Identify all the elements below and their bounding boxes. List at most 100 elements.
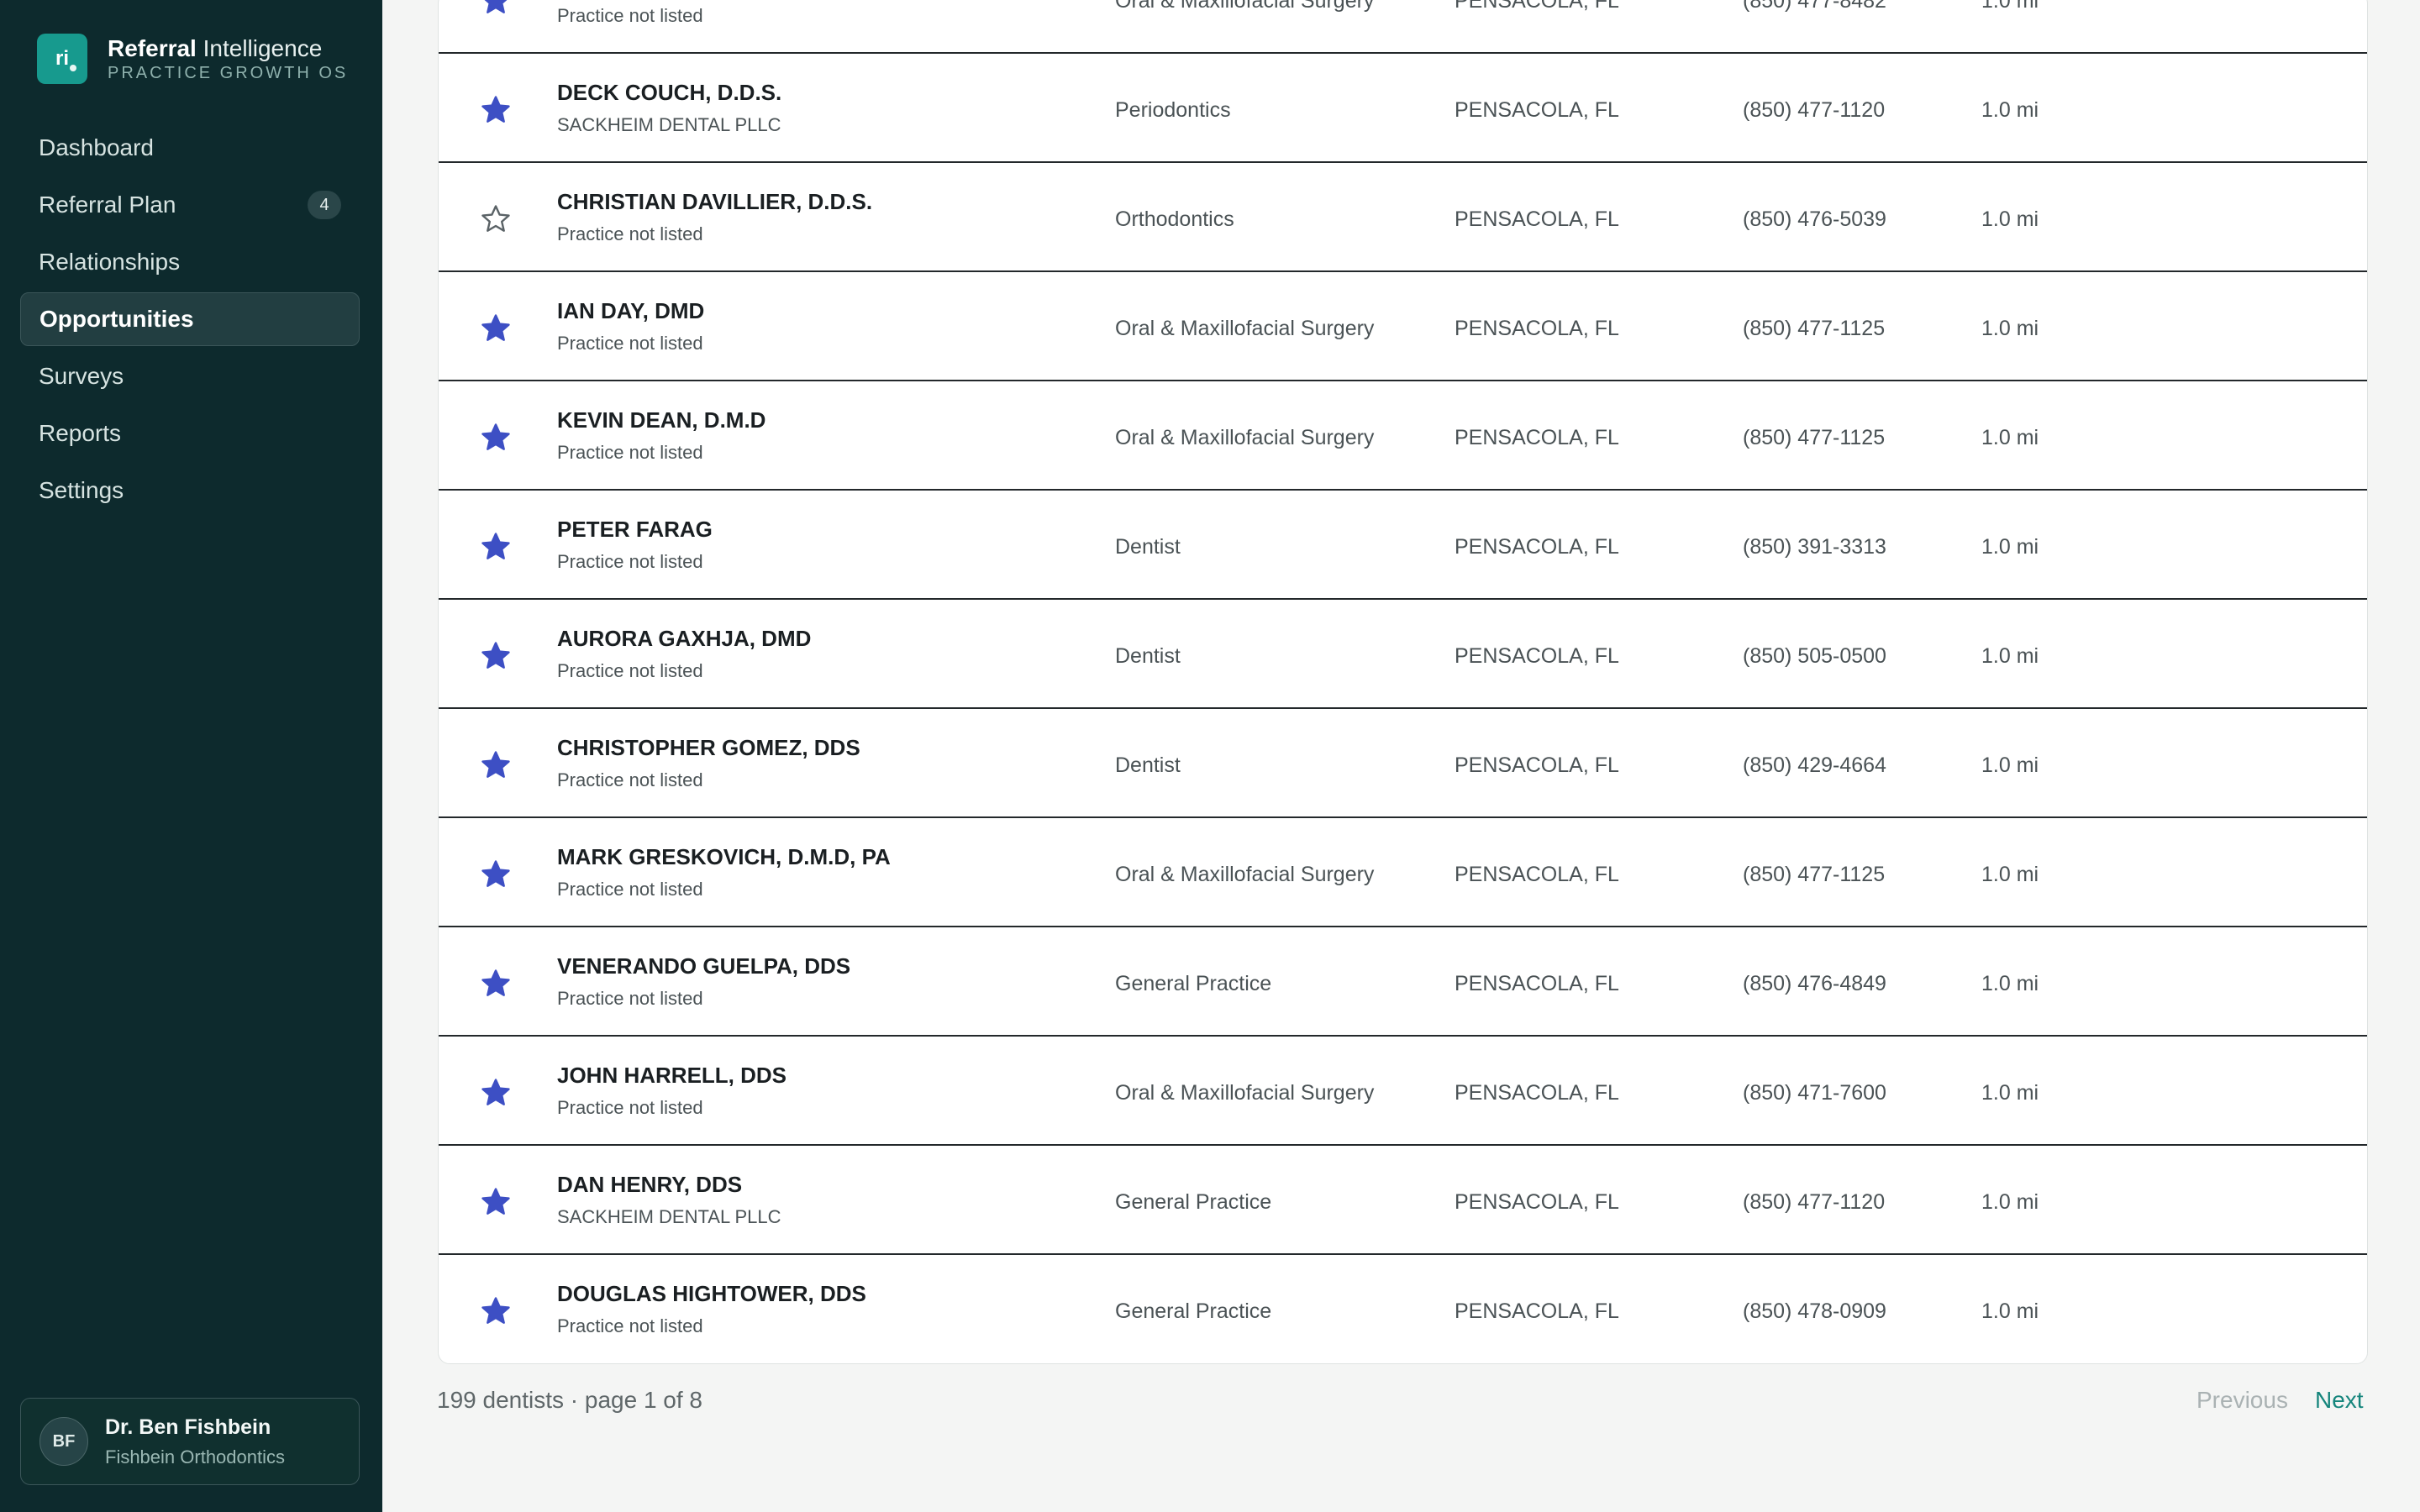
- phone: (850) 476-5039: [1743, 207, 1886, 231]
- location: PENSACOLA, FL: [1455, 207, 1619, 231]
- sidebar-item-relationships[interactable]: Relationships: [20, 235, 360, 289]
- brand-text: Referral Intelligence PRACTICE GROWTH OS: [108, 35, 348, 83]
- distance: 1.0 mi: [1981, 972, 2039, 995]
- star-filled-icon[interactable]: [481, 95, 511, 125]
- specialty: General Practice: [1115, 972, 1272, 995]
- phone: (850) 477-1125: [1743, 426, 1886, 449]
- star-filled-icon[interactable]: [481, 1296, 511, 1326]
- sidebar-item-label: Settings: [39, 477, 124, 503]
- dentist-name: IAN DAY, DMD: [557, 298, 705, 323]
- sidebar-item-opportunities[interactable]: Opportunities: [20, 292, 360, 346]
- star-filled-icon[interactable]: [481, 423, 511, 453]
- brand-name-rest: Intelligence: [196, 34, 323, 61]
- previous-page-button[interactable]: Previous: [2196, 1387, 2288, 1414]
- table-row[interactable]: IAN DAY, DMD Practice not listed Oral & Ma…: [439, 273, 2367, 381]
- specialty: Oral & Maxillofacial Surgery: [1115, 0, 1375, 13]
- table-row[interactable]: JOHN HARRELL, DDS Practice not listed Oral…: [439, 1037, 2367, 1146]
- brand[interactable]: ri Referral Intelligence PRACTICE GROWTH…: [37, 34, 348, 84]
- location: PENSACOLA, FL: [1455, 1299, 1619, 1323]
- star-filled-icon[interactable]: [481, 532, 511, 562]
- logo-dot: [70, 65, 76, 71]
- sidebar-item-referral-plan[interactable]: Referral Plan 4: [20, 178, 360, 232]
- distance: 1.0 mi: [1981, 1081, 2039, 1105]
- specialty: Dentist: [1115, 644, 1181, 668]
- star-filled-icon[interactable]: [481, 859, 511, 890]
- specialty: Oral & Maxillofacial Surgery: [1115, 317, 1375, 340]
- brand-name: Referral Intelligence: [108, 35, 348, 62]
- star-filled-icon[interactable]: [481, 750, 511, 780]
- table-row[interactable]: CHRISTIAN DAVILLIER, D.D.S. Practice not …: [439, 164, 2367, 272]
- sidebar-item-label: Dashboard: [39, 134, 154, 160]
- phone: (850) 477-8482: [1743, 0, 1886, 13]
- practice-name: Practice not listed: [557, 223, 703, 244]
- practice-name: Practice not listed: [557, 660, 703, 681]
- phone: (850) 471-7600: [1743, 1081, 1886, 1105]
- table-row[interactable]: VENERANDO GUELPA, DDS Practice not listed…: [439, 928, 2367, 1037]
- table-row[interactable]: DAN HENRY, DDS SACKHEIM DENTAL PLLC Genera…: [439, 1147, 2367, 1255]
- sidebar: ri Referral Intelligence PRACTICE GROWTH…: [0, 0, 382, 1512]
- star-filled-icon[interactable]: [481, 969, 511, 999]
- star-filled-icon[interactable]: [481, 313, 511, 344]
- phone: (850) 477-1120: [1743, 98, 1886, 122]
- phone: (850) 505-0500: [1743, 644, 1886, 668]
- dentist-name: PETER FARAG: [557, 517, 713, 542]
- sidebar-item-dashboard[interactable]: Dashboard: [20, 121, 360, 175]
- sidebar-item-surveys[interactable]: Surveys: [20, 349, 360, 403]
- table-row[interactable]: AURORA GAXHJA, DMD Practice not listed Den…: [439, 601, 2367, 709]
- logo-text: ri: [55, 47, 69, 70]
- sidebar-item-label: Opportunities: [39, 306, 194, 332]
- sidebar-item-reports[interactable]: Reports: [20, 407, 360, 460]
- specialty: Periodontics: [1115, 98, 1231, 122]
- table-row[interactable]: PETER FARAG Practice not listed Dentist PEN…: [439, 491, 2367, 600]
- dentist-name: KEVIN DEAN, D.M.D: [557, 407, 766, 433]
- specialty: General Practice: [1115, 1190, 1272, 1214]
- brand-name-bold: Referral: [108, 34, 197, 61]
- distance: 1.0 mi: [1981, 317, 2039, 340]
- table-row[interactable]: CHRISTOPHER GOMEZ, DDS Practice not liste…: [439, 710, 2367, 818]
- table-row[interactable]: DOUGLAS HIGHTOWER, DDS Practice not liste…: [439, 1256, 2367, 1363]
- dentist-name: VENERANDO GUELPA, DDS: [557, 953, 851, 979]
- dentist-table: Practice not listed Oral & Maxillofacial …: [438, 0, 2368, 1364]
- specialty: Oral & Maxillofacial Surgery: [1115, 863, 1375, 886]
- table-row[interactable]: MARK GRESKOVICH, D.M.D, PA Practice not l…: [439, 819, 2367, 927]
- phone: (850) 477-1125: [1743, 863, 1886, 886]
- table-row[interactable]: Practice not listed Oral & Maxillofacial …: [439, 0, 2367, 54]
- star-outline-icon[interactable]: [481, 204, 511, 234]
- location: PENSACOLA, FL: [1455, 535, 1619, 559]
- practice-name: Practice not listed: [557, 769, 703, 790]
- sidebar-item-label: Reports: [39, 420, 122, 446]
- user-card[interactable]: BF Dr. Ben Fishbein Fishbein Orthodontic…: [20, 1398, 360, 1485]
- dentist-name: MARK GRESKOVICH, D.M.D, PA: [557, 844, 891, 869]
- distance: 1.0 mi: [1981, 0, 2039, 13]
- star-filled-icon[interactable]: [481, 641, 511, 671]
- phone: (850) 477-1125: [1743, 317, 1886, 340]
- next-page-button[interactable]: Next: [2315, 1387, 2364, 1414]
- practice-name: SACKHEIM DENTAL PLLC: [557, 114, 781, 135]
- distance: 1.0 mi: [1981, 426, 2039, 449]
- user-org: Fishbein Orthodontics: [105, 1446, 285, 1467]
- dentist-name: DAN HENRY, DDS: [557, 1172, 743, 1197]
- location: PENSACOLA, FL: [1455, 1081, 1619, 1105]
- brand-subtitle: PRACTICE GROWTH OS: [108, 63, 349, 82]
- dentist-name: DECK COUCH, D.D.S.: [557, 80, 782, 105]
- table-row[interactable]: DECK COUCH, D.D.S. SACKHEIM DENTAL PLLC Pe…: [439, 55, 2367, 163]
- dentist-name: CHRISTOPHER GOMEZ, DDS: [557, 735, 860, 760]
- table-row[interactable]: KEVIN DEAN, D.M.D Practice not listed Oral…: [439, 382, 2367, 491]
- sidebar-item-settings[interactable]: Settings: [20, 464, 360, 517]
- phone: (850) 477-1120: [1743, 1190, 1886, 1214]
- location: PENSACOLA, FL: [1455, 98, 1619, 122]
- distance: 1.0 mi: [1981, 863, 2039, 886]
- location: PENSACOLA, FL: [1455, 317, 1619, 340]
- practice-name: Practice not listed: [557, 5, 703, 26]
- phone: (850) 391-3313: [1743, 535, 1886, 559]
- star-filled-icon[interactable]: [481, 1187, 511, 1217]
- dentist-name: AURORA GAXHJA, DMD: [557, 626, 812, 651]
- distance: 1.0 mi: [1981, 535, 2039, 559]
- distance: 1.0 mi: [1981, 1190, 2039, 1214]
- star-filled-icon[interactable]: [481, 0, 511, 16]
- sidebar-item-label: Referral Plan: [39, 192, 176, 218]
- star-filled-icon[interactable]: [481, 1078, 511, 1108]
- distance: 1.0 mi: [1981, 1299, 2039, 1323]
- user-info: Dr. Ben Fishbein Fishbein Orthodontics: [105, 1415, 285, 1468]
- practice-name: Practice not listed: [557, 551, 703, 572]
